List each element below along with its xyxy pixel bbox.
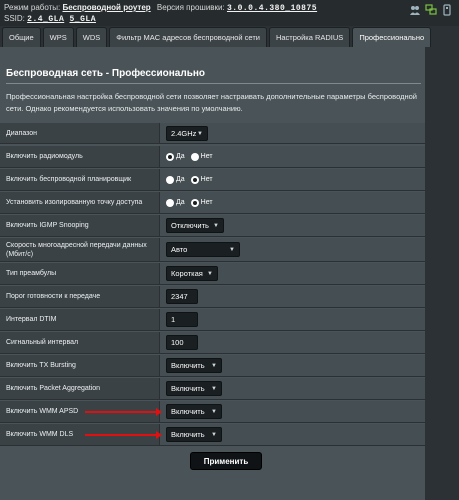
dtim-input[interactable]: 1 <box>166 312 198 327</box>
mode-line: Режим работы: Беспроводной роутер Версия… <box>4 3 317 13</box>
radio-button-checked[interactable] <box>190 175 199 184</box>
preamble-label: Тип преамбулы <box>0 263 160 285</box>
annotation-arrow-icon <box>85 408 162 416</box>
multicast-select[interactable]: Авто ▼ <box>166 242 240 257</box>
band-label: Диапазон <box>0 123 160 144</box>
multicast-label: Скорость многоадресной передачи данных (… <box>0 238 160 262</box>
tab-mac-filter[interactable]: Фильтр MAC адресов беспроводной сети <box>109 27 267 47</box>
row-ap-isolated: Установить изолированную точку доступа Д… <box>0 192 425 214</box>
row-radio: Включить радиомодуль Да Нет <box>0 146 425 168</box>
txburst-label: Включить TX Bursting <box>0 355 160 377</box>
chevron-down-icon: ▼ <box>211 409 217 415</box>
radio-button-checked[interactable] <box>166 152 174 161</box>
chevron-down-icon: ▼ <box>207 271 213 277</box>
ap-isolated-label: Установить изолированную точку доступа <box>0 192 160 214</box>
chevron-down-icon: ▼ <box>197 130 203 137</box>
tab-professional[interactable]: Профессионально <box>352 27 432 47</box>
band-select[interactable]: 2.4GHz ▼ <box>166 125 208 141</box>
row-band: Диапазон 2.4GHz ▼ <box>0 123 425 144</box>
scheduler-label: Включить беспроводной планировщик <box>0 169 160 191</box>
radio-no-option[interactable]: Нет <box>190 152 213 161</box>
mode-link[interactable]: Беспроводной роутер <box>63 3 151 12</box>
ap-isolated-yes-option[interactable]: Да <box>166 198 185 207</box>
ssid-5g-link[interactable]: 5_GLA <box>69 15 96 24</box>
radio-label: Включить радиомодуль <box>0 146 160 168</box>
row-txburst: Включить TX Bursting Включить ▼ <box>0 355 425 377</box>
firmware-label: Версия прошивки: <box>156 3 225 12</box>
mode-label: Режим работы: <box>4 3 61 12</box>
ssid-line: SSID: 2.4_GLA 5_GLA <box>4 14 96 24</box>
chevron-down-icon: ▼ <box>213 223 219 229</box>
chevron-down-icon: ▼ <box>211 386 217 392</box>
status-bar: Режим работы: Беспроводной роутер Версия… <box>0 0 459 26</box>
beacon-input[interactable]: 100 <box>166 335 198 350</box>
tab-bar: Общие WPS WDS Фильтр MAC адресов беспров… <box>0 27 459 47</box>
igmp-select[interactable]: Отключить ▼ <box>166 218 224 233</box>
scheduler-no-option[interactable]: Нет <box>190 175 213 184</box>
radio-button[interactable] <box>190 152 199 161</box>
page-title: Беспроводная сеть - Профессионально <box>6 68 205 79</box>
apply-button[interactable]: Применить <box>190 452 262 470</box>
annotation-arrow-icon <box>85 431 162 439</box>
chevron-down-icon: ▼ <box>211 363 217 369</box>
tab-wds[interactable]: WDS <box>75 27 108 47</box>
radio-button[interactable] <box>166 198 174 207</box>
ap-isolated-no-option[interactable]: Нет <box>190 198 213 207</box>
network-icon[interactable] <box>425 4 437 16</box>
ssid-2g-link[interactable]: 2.4_GLA <box>27 15 64 24</box>
row-beacon: Сигнальный интервал 100 <box>0 332 425 354</box>
pktagg-label: Включить Packet Aggregation <box>0 378 160 400</box>
rts-label: Порог готовности к передаче <box>0 286 160 308</box>
row-wmm-dls: Включить WMM DLS Включить ▼ <box>0 424 425 446</box>
scheduler-yes-option[interactable]: Да <box>166 175 185 184</box>
row-wmm-apsd: Включить WMM APSD Включить ▼ <box>0 401 425 423</box>
row-multicast: Скорость многоадресной передачи данных (… <box>0 238 425 262</box>
rts-input[interactable]: 2347 <box>166 289 198 304</box>
row-preamble: Тип преамбулы Короткая ▼ <box>0 263 425 285</box>
row-scheduler: Включить беспроводной планировщик Да Нет <box>0 169 425 191</box>
chevron-down-icon: ▼ <box>211 432 217 438</box>
radio-button-checked[interactable] <box>190 198 199 207</box>
tab-radius[interactable]: Настройка RADIUS <box>268 27 351 47</box>
tab-general[interactable]: Общие <box>2 27 41 47</box>
page-description: Профессиональная настройка беспроводной … <box>6 92 417 113</box>
row-igmp: Включить IGMP Snooping Отключить ▼ <box>0 215 425 237</box>
row-rts: Порог готовности к передаче 2347 <box>0 286 425 308</box>
wmm-apsd-select[interactable]: Включить ▼ <box>166 404 222 419</box>
firmware-link[interactable]: 3.0.0.4.380_10875 <box>227 4 317 13</box>
status-icons <box>409 4 453 16</box>
ssid-label: SSID: <box>4 14 25 23</box>
title-divider <box>6 83 421 84</box>
pktagg-select[interactable]: Включить ▼ <box>166 381 222 396</box>
row-pktagg: Включить Packet Aggregation Включить ▼ <box>0 378 425 400</box>
chevron-down-icon: ▼ <box>229 247 235 253</box>
txburst-select[interactable]: Включить ▼ <box>166 358 222 373</box>
dtim-label: Интервал DTIM <box>0 309 160 331</box>
radio-button[interactable] <box>166 175 174 184</box>
preamble-select[interactable]: Короткая ▼ <box>166 266 218 281</box>
users-icon[interactable] <box>409 4 421 16</box>
beacon-label: Сигнальный интервал <box>0 332 160 354</box>
radio-yes-option[interactable]: Да <box>166 152 185 161</box>
tab-wps[interactable]: WPS <box>42 27 74 47</box>
usb-icon[interactable] <box>441 4 453 16</box>
row-dtim: Интервал DTIM 1 <box>0 309 425 331</box>
igmp-label: Включить IGMP Snooping <box>0 215 160 237</box>
wmm-dls-select[interactable]: Включить ▼ <box>166 427 222 442</box>
